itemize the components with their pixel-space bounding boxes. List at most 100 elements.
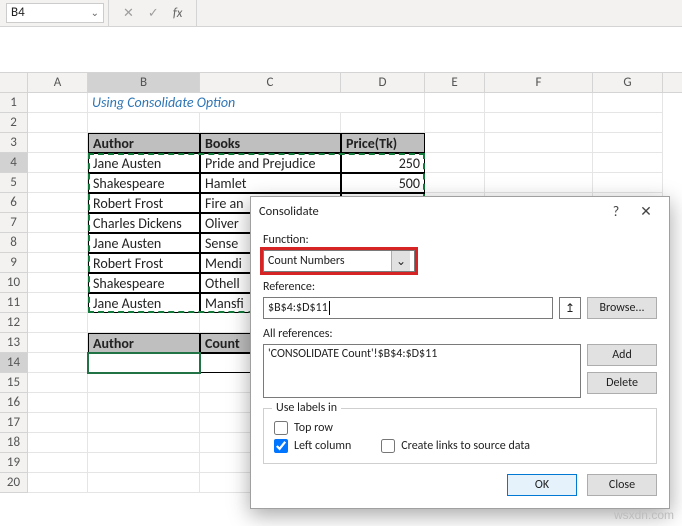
cell[interactable]	[88, 313, 200, 333]
table-header-books[interactable]: Books	[200, 133, 341, 153]
row-header[interactable]: 6	[0, 193, 28, 213]
row-header[interactable]: 10	[0, 273, 28, 293]
cell[interactable]	[485, 173, 593, 193]
row-header[interactable]: 2	[0, 113, 28, 133]
col-header[interactable]: A	[28, 73, 88, 92]
cell[interactable]	[88, 453, 200, 473]
cell-title[interactable]: Using Consolidate Option	[88, 93, 425, 113]
top-row-checkbox[interactable]: Top row	[274, 421, 351, 435]
row-header[interactable]: 16	[0, 393, 28, 413]
cell[interactable]	[28, 453, 88, 473]
row-header[interactable]: 9	[0, 253, 28, 273]
ok-button[interactable]: OK	[507, 474, 577, 496]
cell[interactable]	[485, 133, 593, 153]
table-header-author[interactable]: Author	[88, 133, 200, 153]
table-row[interactable]: Robert Frost	[88, 253, 200, 273]
row-header[interactable]: 8	[0, 233, 28, 253]
chevron-down-icon[interactable]: ⌄	[91, 4, 99, 22]
cell[interactable]	[28, 393, 88, 413]
cell[interactable]	[425, 113, 485, 133]
row-header[interactable]: 11	[0, 293, 28, 313]
cell[interactable]	[593, 113, 663, 133]
checkbox-icon[interactable]	[274, 439, 288, 453]
table-row[interactable]: Jane Austen	[88, 233, 200, 253]
cell[interactable]	[200, 113, 341, 133]
cell[interactable]	[425, 133, 485, 153]
row-header[interactable]: 5	[0, 173, 28, 193]
checkbox-icon[interactable]	[381, 439, 395, 453]
table-row[interactable]: Hamlet	[200, 173, 341, 193]
create-links-checkbox[interactable]: Create links to source data	[381, 439, 530, 453]
cell[interactable]	[28, 373, 88, 393]
table-row[interactable]: Pride and Prejudice	[200, 153, 341, 173]
cell[interactable]	[425, 153, 485, 173]
cell[interactable]	[28, 313, 88, 333]
col-header[interactable]: G	[593, 73, 663, 92]
table-header-price[interactable]: Price(Tk)	[341, 133, 425, 153]
accept-icon[interactable]: ✓	[148, 6, 159, 21]
checkbox-icon[interactable]	[274, 421, 288, 435]
cell[interactable]	[593, 133, 663, 153]
col-header[interactable]: B	[88, 73, 200, 92]
function-select[interactable]: Count Numbers ⌄	[263, 250, 415, 272]
row-header[interactable]: 19	[0, 453, 28, 473]
browse-button[interactable]: Browse...	[587, 297, 657, 319]
add-button[interactable]: Add	[587, 344, 657, 366]
row-header[interactable]: 7	[0, 213, 28, 233]
fx-icon[interactable]: fx	[173, 6, 183, 21]
cell[interactable]	[88, 413, 200, 433]
formula-input[interactable]	[196, 0, 682, 26]
cell[interactable]	[485, 93, 593, 113]
cell[interactable]	[28, 153, 88, 173]
cell[interactable]	[593, 173, 663, 193]
cell[interactable]	[28, 193, 88, 213]
row-header[interactable]: 15	[0, 373, 28, 393]
cell[interactable]	[28, 253, 88, 273]
chevron-down-icon[interactable]: ⌄	[391, 251, 410, 271]
row-header[interactable]: 13	[0, 333, 28, 353]
row-header[interactable]: 18	[0, 433, 28, 453]
close-icon[interactable]: ✕	[631, 203, 661, 220]
cell[interactable]	[485, 113, 593, 133]
all-references-list[interactable]: 'CONSOLIDATE Count'!$B$4:$D$11	[263, 344, 581, 398]
table-row[interactable]: Jane Austen	[88, 153, 200, 173]
cell[interactable]	[28, 133, 88, 153]
cell[interactable]	[88, 433, 200, 453]
table-row[interactable]: Robert Frost	[88, 193, 200, 213]
help-icon[interactable]: ?	[601, 203, 631, 220]
cell[interactable]	[28, 233, 88, 253]
cell[interactable]	[425, 93, 485, 113]
cell[interactable]	[88, 113, 200, 133]
table-row[interactable]: 250	[341, 153, 425, 173]
cell[interactable]	[28, 293, 88, 313]
col-header[interactable]: F	[485, 73, 593, 92]
col-header[interactable]: E	[425, 73, 485, 92]
col-header[interactable]: C	[200, 73, 341, 92]
row-header[interactable]: 3	[0, 133, 28, 153]
table-row[interactable]: Charles Dickens	[88, 213, 200, 233]
cell[interactable]	[88, 473, 200, 493]
cell[interactable]	[28, 413, 88, 433]
cell[interactable]	[28, 173, 88, 193]
left-column-checkbox[interactable]: Left column	[274, 439, 351, 453]
row-header[interactable]: 12	[0, 313, 28, 333]
row-header[interactable]: 20	[0, 473, 28, 493]
name-box[interactable]: B4 ⌄	[6, 3, 104, 23]
table2-header-author[interactable]: Author	[88, 333, 200, 353]
row-header[interactable]: 1	[0, 93, 28, 113]
cell[interactable]	[28, 113, 88, 133]
cell[interactable]	[341, 113, 425, 133]
table-row[interactable]: 500	[341, 173, 425, 193]
cell[interactable]	[28, 273, 88, 293]
row-header[interactable]: 14	[0, 353, 28, 373]
cell[interactable]	[28, 333, 88, 353]
cell[interactable]	[28, 473, 88, 493]
select-all-corner[interactable]	[0, 73, 28, 92]
table-row[interactable]: Jane Austen	[88, 293, 200, 313]
dialog-titlebar[interactable]: Consolidate ? ✕	[251, 197, 669, 225]
table-row[interactable]: Shakespeare	[88, 173, 200, 193]
cell[interactable]	[88, 373, 200, 393]
cell[interactable]	[28, 213, 88, 233]
cell[interactable]	[425, 173, 485, 193]
reference-input[interactable]: $B$4:$D$11	[263, 297, 553, 319]
